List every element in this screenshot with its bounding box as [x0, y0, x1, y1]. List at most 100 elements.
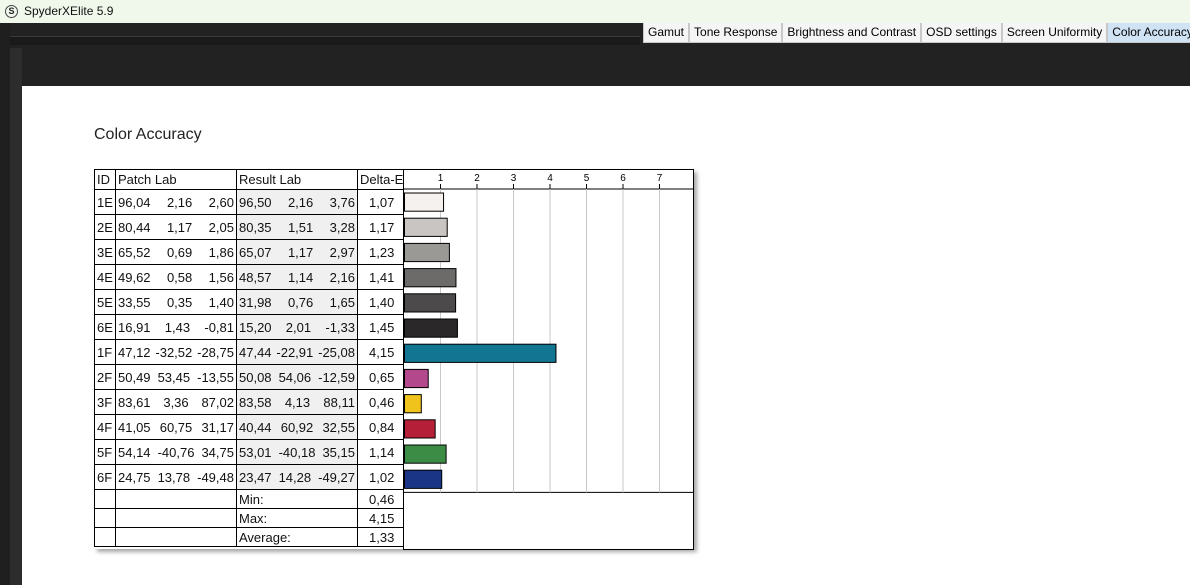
tab-gamut[interactable]: Gamut	[643, 23, 690, 43]
result-lab-cell-value: -40,18	[278, 444, 316, 460]
patch-lab-cell-value: 2,05	[208, 219, 234, 235]
bar-4e	[404, 268, 457, 288]
app-logo-icon: S	[5, 5, 18, 18]
result-lab-cell: 23,47 14,28 -49,27	[236, 464, 358, 490]
patch-lab-cell-value: 41,05	[118, 419, 151, 435]
bar-6f	[404, 469, 443, 489]
result-lab-cell-value: 50,08	[239, 369, 272, 385]
result-lab-cell-value: -25,08	[318, 344, 355, 360]
result-lab-cell-value: 2,97	[329, 244, 355, 260]
result-lab-cell-value: 3,76	[329, 194, 355, 210]
tick-label: 1	[438, 173, 444, 184]
patch-lab-cell-value: -28,75	[197, 344, 234, 360]
patch-lab-cell: 47,12 -32,52 -28,75	[115, 339, 237, 365]
delta-e-cell: 1,23	[356, 239, 407, 265]
tick-label: 7	[657, 173, 663, 184]
result-lab-cell-value: 35,15	[322, 444, 355, 460]
tab-screen-uniformity[interactable]: Screen Uniformity	[1001, 23, 1108, 43]
patch-lab-cell: 83,61 3,36 87,02	[115, 389, 237, 415]
tick-label: 3	[511, 173, 517, 184]
delta-e-cell: 0,84	[356, 414, 407, 440]
app-title: SpyderXElite 5.9	[24, 4, 114, 18]
delta-e-cell: 1,41	[356, 264, 407, 290]
table-row: 2E 80,44 1,17 2,05 80,35 1,51 3,28 1,17	[94, 214, 407, 240]
summary-value: 4,15	[356, 508, 407, 528]
result-lab-cell: 53,01 -40,18 35,15	[236, 439, 358, 465]
patch-lab-cell-value: 1,17	[166, 219, 193, 235]
tab-tone-response[interactable]: Tone Response	[689, 23, 783, 43]
divider	[0, 36, 640, 45]
left-panel-edge	[10, 48, 22, 585]
patch-lab-cell: 96,04 2,16 2,60	[115, 189, 237, 215]
row-id: 4E	[94, 264, 116, 290]
table-row: 2F 50,49 53,45 -13,55 50,08 54,06 -12,59 0,65	[94, 364, 407, 390]
bar-6e	[404, 318, 458, 338]
row-id: 2F	[94, 364, 116, 390]
tab-color-accuracy[interactable]: Color Accuracy	[1107, 23, 1190, 43]
delta-e-cell: 1,40	[356, 289, 407, 315]
patch-lab-cell: 33,55 0,35 1,40	[115, 289, 237, 315]
summary-row: Min: 0,46	[94, 489, 407, 509]
summary-empty-cell	[94, 489, 116, 509]
patch-lab-cell-value: 49,62	[118, 269, 151, 285]
result-lab-cell-value: 96,50	[239, 194, 272, 210]
table-row: 1E 96,04 2,16 2,60 96,50 2,16 3,76 1,07	[94, 189, 407, 215]
patch-lab-cell-value: -32,52	[155, 344, 193, 360]
row-id: 3F	[94, 389, 116, 415]
table-row: 1F 47,12 -32,52 -28,75 47,44 -22,91 -25,08 4,15	[94, 339, 407, 365]
result-lab-cell-value: 1,14	[287, 269, 314, 285]
table-header-row: ID Patch Lab Result Lab Delta-E	[94, 169, 407, 190]
patch-lab-cell: 80,44 1,17 2,05	[115, 214, 237, 240]
summary-label: Average:	[236, 527, 358, 547]
patch-lab-cell-value: 60,75	[159, 419, 193, 435]
bar-2f	[404, 368, 429, 389]
result-lab-cell: 83,58 4,13 88,11	[236, 389, 358, 415]
patch-lab-cell-value: 0,69	[166, 244, 193, 260]
patch-lab-cell-value: 1,86	[208, 244, 234, 260]
result-lab-cell-value: 1,17	[287, 244, 314, 260]
patch-lab-cell-value: 1,43	[164, 319, 191, 335]
row-id: 5F	[94, 439, 116, 465]
result-lab-cell-value: 65,07	[239, 244, 272, 260]
tab-osd-settings[interactable]: OSD settings	[921, 23, 1002, 43]
summary-empty-cell	[115, 508, 237, 528]
row-id: 1E	[94, 189, 116, 215]
patch-lab-cell-value: 2,60	[208, 194, 234, 210]
delta-e-cell: 1,07	[356, 189, 407, 215]
patch-lab-cell-value: 50,49	[118, 369, 151, 385]
delta-e-cell: 1,02	[356, 464, 407, 490]
summary-row: Max: 4,15	[94, 508, 407, 528]
result-lab-cell: 15,20 2,01 -1,33	[236, 314, 358, 340]
result-lab-cell: 96,50 2,16 3,76	[236, 189, 358, 215]
patch-lab-cell: 16,91 1,43 -0,81	[115, 314, 237, 340]
patch-lab-cell: 65,52 0,69 1,86	[115, 239, 237, 265]
result-lab-cell-value: 32,55	[322, 419, 355, 435]
result-lab-cell-value: 54,06	[278, 369, 312, 385]
bar-2e	[404, 217, 448, 237]
result-lab-cell: 47,44 -22,91 -25,08	[236, 339, 358, 365]
result-lab-cell-value: 53,01	[239, 444, 272, 460]
patch-lab-cell-value: 0,35	[166, 294, 193, 310]
bar-1e	[404, 192, 445, 212]
tick-label: 6	[620, 173, 626, 184]
result-lab-cell: 50,08 54,06 -12,59	[236, 364, 358, 390]
tab-brightness-and-contrast[interactable]: Brightness and Contrast	[782, 23, 922, 43]
result-lab-cell-value: 1,51	[287, 219, 314, 235]
patch-lab-cell-value: 47,12	[118, 344, 151, 360]
result-lab-cell-value: -12,59	[318, 369, 355, 385]
result-lab-cell-value: 23,47	[239, 469, 272, 485]
patch-lab-cell-value: -49,48	[197, 469, 234, 485]
result-lab-cell: 48,57 1,14 2,16	[236, 264, 358, 290]
result-lab-cell-value: 14,28	[278, 469, 312, 485]
patch-lab-cell-value: 1,40	[208, 294, 234, 310]
result-lab-cell-value: 15,20	[239, 319, 272, 335]
header-patch-lab: Patch Lab	[115, 169, 237, 190]
bar-5f	[404, 444, 447, 464]
result-lab-cell-value: 88,11	[323, 394, 355, 410]
page-title: Color Accuracy	[94, 126, 202, 143]
patch-lab-cell-value: 16,91	[118, 319, 151, 335]
result-lab-cell-value: 4,13	[284, 394, 311, 410]
summary-label: Max:	[236, 508, 358, 528]
patch-lab-cell-value: 13,78	[157, 469, 191, 485]
delta-e-cell: 0,46	[356, 389, 407, 415]
